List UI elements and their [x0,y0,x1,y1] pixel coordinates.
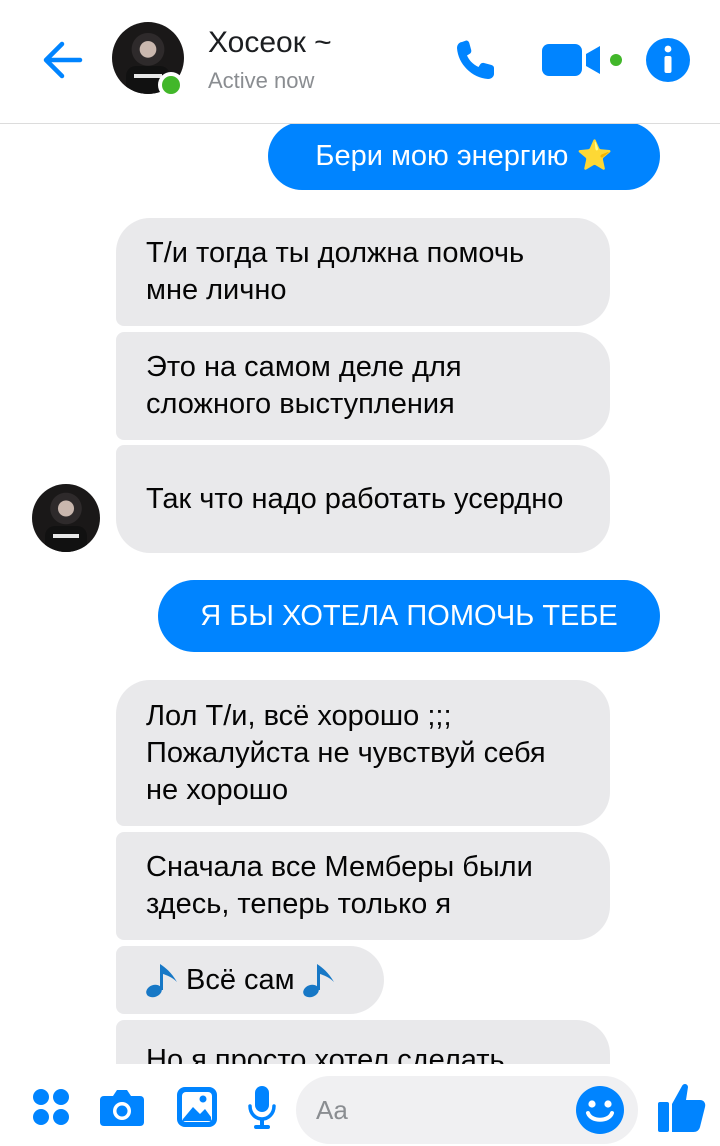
message-incoming[interactable]: Лол Т/и, всё хорошо ;;; Пожалуйста не чу… [116,680,610,826]
video-call-button[interactable] [540,36,624,84]
info-button[interactable] [644,36,692,84]
message-text: Бери мою энергию ⭐ [315,139,613,172]
arrow-left-icon [43,41,83,79]
message-incoming[interactable]: Т/и тогда ты должна помочь мне лично [116,218,610,326]
avatar-shirt-print [53,534,79,538]
camera-icon [100,1090,144,1126]
message-text: Всё сам [186,963,295,996]
thumbs-up-icon [658,1084,706,1132]
image-icon [177,1087,217,1127]
online-indicator [158,72,184,98]
back-button[interactable] [36,34,88,86]
avatar-shirt [45,526,87,552]
message-incoming[interactable]: Всё сам [116,946,384,1014]
message-incoming[interactable]: Так что надо работать усердно [116,445,610,553]
chat-header: Хосеок ~ Active now [0,0,720,124]
sender-avatar[interactable] [32,484,100,552]
voice-call-button[interactable] [448,34,504,86]
music-note-icon [302,964,334,998]
phone-icon [457,40,494,79]
message-text: Т/и тогда ты должна помочь мне лично [146,237,525,306]
message-input-container [296,1076,638,1144]
emoji-button[interactable] [574,1084,626,1136]
gallery-button[interactable] [172,1082,222,1132]
info-icon [646,38,690,82]
video-active-dot [610,54,622,66]
apps-button[interactable] [28,1082,74,1132]
voice-message-button[interactable] [240,1082,284,1132]
message-text: Так что надо работать усердно [146,482,564,515]
video-camera-icon [542,44,600,76]
message-text: Сначала все Мемберы были здесь, теперь т… [146,851,533,920]
four-dots-icon [33,1089,69,1125]
message-outgoing[interactable]: Бери мою энергию ⭐ [268,122,660,190]
message-text: Это на самом деле для сложного выступлен… [146,351,462,420]
message-incoming[interactable]: Это на самом деле для сложного выступлен… [116,332,610,440]
music-note-icon [146,964,177,998]
like-button[interactable] [654,1078,710,1136]
message-text: Лол Т/и, всё хорошо ;;; Пожалуйста не чу… [146,699,546,806]
message-incoming[interactable]: Сначала все Мемберы были здесь, теперь т… [116,832,610,940]
composer-bar [0,1064,720,1146]
message-outgoing[interactable]: Я БЫ ХОТЕЛА ПОМОЧЬ ТЕБЕ [158,580,660,652]
smiley-icon [576,1086,624,1134]
contact-name[interactable]: Хосеок ~ [208,26,332,60]
camera-button[interactable] [96,1082,148,1132]
contact-status: Active now [208,68,315,93]
message-input[interactable] [316,1076,566,1144]
avatar-shirt-print [134,74,162,78]
microphone-icon [248,1086,276,1129]
message-text: Я БЫ ХОТЕЛА ПОМОЧЬ ТЕБЕ [200,599,618,632]
